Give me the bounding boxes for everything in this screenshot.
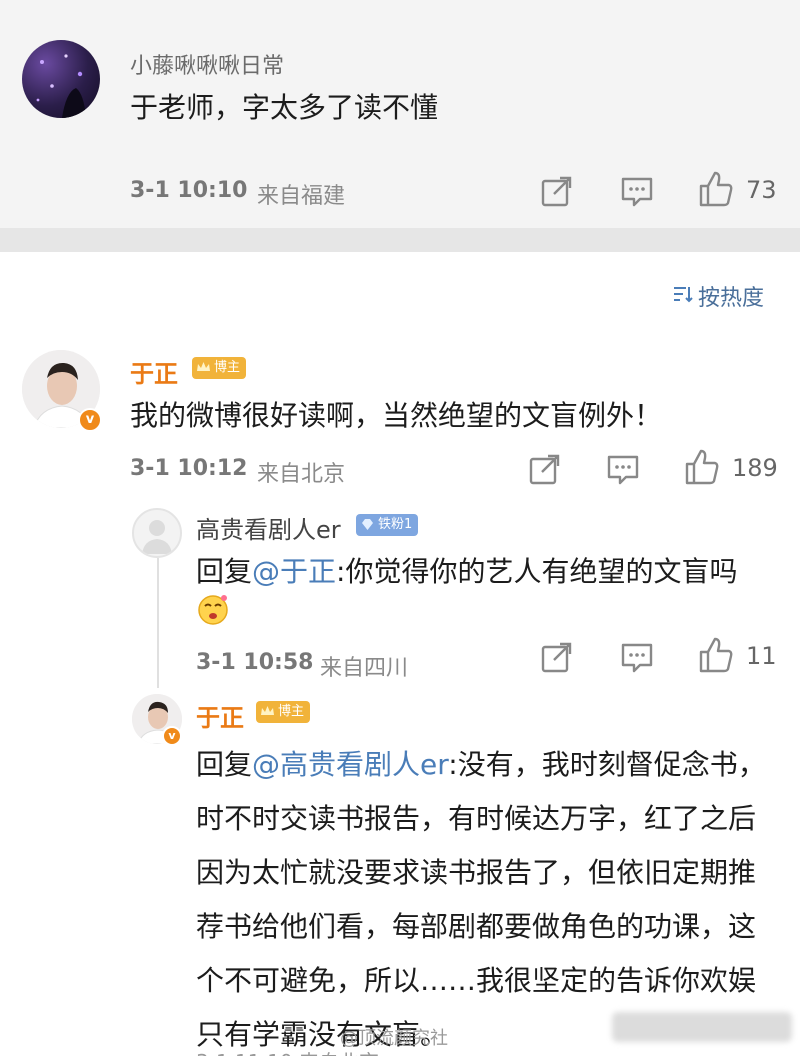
reply-meta: 3-1 11:10 来自北京 [196, 1046, 379, 1056]
avatar-sparkle-image [36, 54, 86, 118]
reply-text: 回复@于正:你觉得你的艺人有绝望的文盲吗 [196, 550, 737, 594]
avatar-reply-user[interactable] [132, 508, 182, 558]
mention-link[interactable]: @高贵看剧人er [252, 748, 448, 781]
sort-icon[interactable] [672, 284, 694, 304]
comment-icon[interactable] [606, 452, 640, 486]
comment-location: 来自北京 [257, 462, 346, 487]
username[interactable]: 于正 [130, 354, 178, 389]
badge-label: 铁粉1 [378, 517, 413, 532]
comment-text: 我的微博很好读啊，当然绝望的文盲例外！ [130, 399, 663, 432]
reply-body: :没有，我时刻督促念书，时不时交读书报告，有时候达万字，红了之后因为太忙就没要求… [196, 748, 766, 1051]
like-icon[interactable] [684, 448, 720, 486]
like-count: 11 [746, 642, 777, 670]
section-divider [0, 228, 800, 252]
comment-time: 3-1 10:12 [130, 456, 248, 481]
blogger-badge: 博主 [256, 701, 311, 723]
mention-link[interactable]: @于正 [252, 555, 336, 588]
fan-badge: 铁粉1 [356, 514, 419, 536]
username[interactable]: 高贵看剧人er [196, 510, 341, 545]
badge-label: 博主 [278, 704, 305, 719]
verified-badge-icon: v [78, 408, 102, 432]
badge-label: 博主 [214, 360, 241, 375]
reply-time: 3-1 10:58 [196, 650, 314, 675]
like-icon[interactable] [698, 170, 734, 208]
reply-body: :你觉得你的艺人有绝望的文盲吗 [336, 555, 738, 588]
default-avatar-icon [142, 520, 172, 554]
like-count: 73 [746, 176, 777, 204]
comment-icon[interactable] [620, 174, 654, 208]
blogger-badge: 博主 [192, 357, 247, 379]
thread-line [157, 558, 159, 688]
like-icon[interactable] [698, 636, 734, 674]
share-icon[interactable] [540, 174, 574, 208]
share-icon[interactable] [540, 640, 574, 674]
like-count: 189 [732, 454, 778, 482]
crown-icon [197, 362, 210, 371]
reply-text: 回复@高贵看剧人er:没有，我时刻督促念书，时不时交读书报告，有时候达万字，红了… [196, 738, 776, 1056]
verified-badge-icon: v [162, 726, 182, 746]
blurred-region [612, 1012, 792, 1042]
username[interactable]: 于正 [196, 698, 244, 733]
sort-label[interactable]: 按热度 [698, 280, 764, 312]
comment-text: 于老师，字太多了读不懂 [130, 91, 439, 124]
reply-location: 来自四川 [320, 656, 409, 681]
share-icon[interactable] [528, 452, 562, 486]
reply-prefix: 回复 [196, 555, 253, 588]
username[interactable]: 小藤啾啾啾日常 [130, 48, 284, 80]
avatar-top-user[interactable] [22, 40, 100, 118]
reply-prefix: 回复 [196, 748, 253, 781]
comment-location: 来自福建 [257, 184, 346, 209]
emoji-icon [198, 595, 228, 625]
comment-icon[interactable] [620, 640, 654, 674]
crown-icon [261, 706, 274, 715]
diamond-icon [362, 519, 373, 530]
comment-time: 3-1 10:10 [130, 178, 248, 203]
